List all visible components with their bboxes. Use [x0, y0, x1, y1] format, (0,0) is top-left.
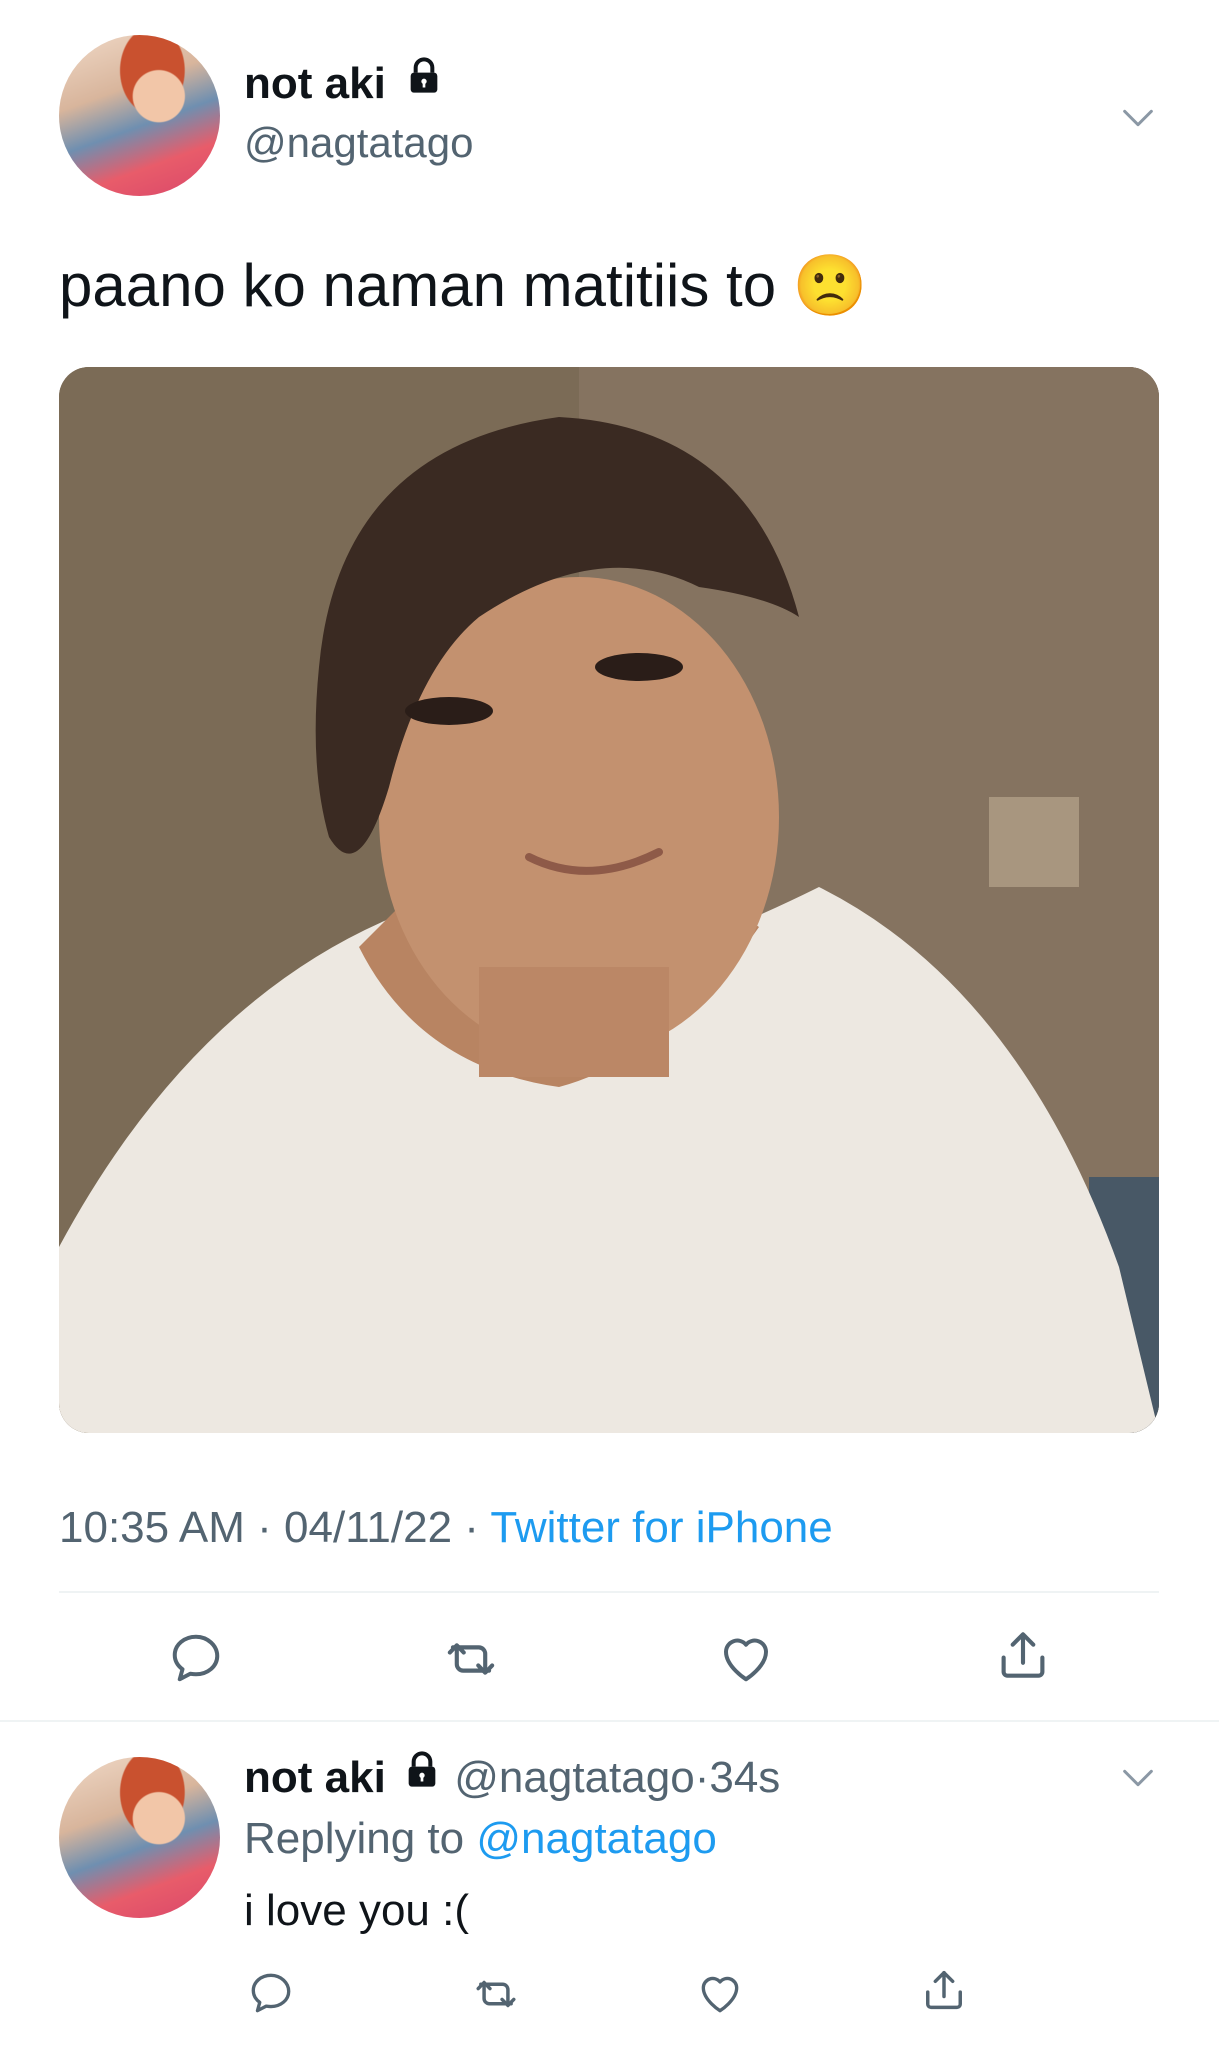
divider [59, 1591, 1159, 1593]
tweet-date: 04/11/22 [284, 1503, 453, 1552]
tweet-photo-art [59, 367, 1159, 1433]
meta-separator: · [257, 1503, 272, 1552]
tweet-source-link[interactable]: Twitter for iPhone [490, 1503, 832, 1552]
share-icon[interactable] [992, 1624, 1054, 1686]
retweet-icon[interactable] [470, 1968, 522, 2020]
meta-separator: · [694, 1753, 710, 1802]
tweet-time: 10:35 AM [59, 1503, 245, 1552]
main-tweet-author: not aki [244, 56, 444, 110]
replying-to: Replying to @nagtatago [244, 1812, 717, 1866]
replying-to-handle[interactable]: @nagtatago [476, 1814, 716, 1863]
chevron-down-icon[interactable] [1118, 98, 1158, 143]
main-tweet-display-name[interactable]: not aki [244, 59, 386, 108]
meta-separator: · [464, 1503, 479, 1552]
reply-icon[interactable] [246, 1968, 296, 2018]
heart-icon[interactable] [695, 1968, 745, 2018]
tweet-meta: 10:35 AM · 04/11/22 · Twitter for iPhone [59, 1500, 833, 1556]
reply-tweet-header: not aki @nagtatago·34s [244, 1750, 781, 1804]
main-tweet-handle[interactable]: @nagtatago [244, 118, 473, 168]
reply-tweet-text: i love you :( [244, 1886, 469, 1935]
main-tweet-avatar[interactable] [59, 35, 220, 196]
replying-to-label: Replying to [244, 1814, 465, 1863]
reply-tweet-avatar[interactable] [59, 1757, 220, 1918]
retweet-icon[interactable] [440, 1628, 502, 1690]
share-icon[interactable] [918, 1964, 970, 2016]
reply-tweet-handle[interactable]: @nagtatago [454, 1753, 694, 1802]
reply-tweet-display-name[interactable]: not aki [244, 1753, 386, 1802]
chevron-down-icon[interactable] [1118, 1758, 1158, 1803]
heart-icon[interactable] [716, 1628, 776, 1688]
tweet-photo[interactable] [59, 367, 1159, 1433]
lock-icon [402, 1750, 442, 1802]
reply-icon[interactable] [166, 1628, 226, 1688]
lock-icon [404, 56, 444, 108]
divider [0, 1720, 1219, 1722]
reply-tweet-age: 34s [709, 1753, 781, 1802]
main-tweet-text: paano ko naman matitiis to 🙁 [59, 252, 868, 319]
